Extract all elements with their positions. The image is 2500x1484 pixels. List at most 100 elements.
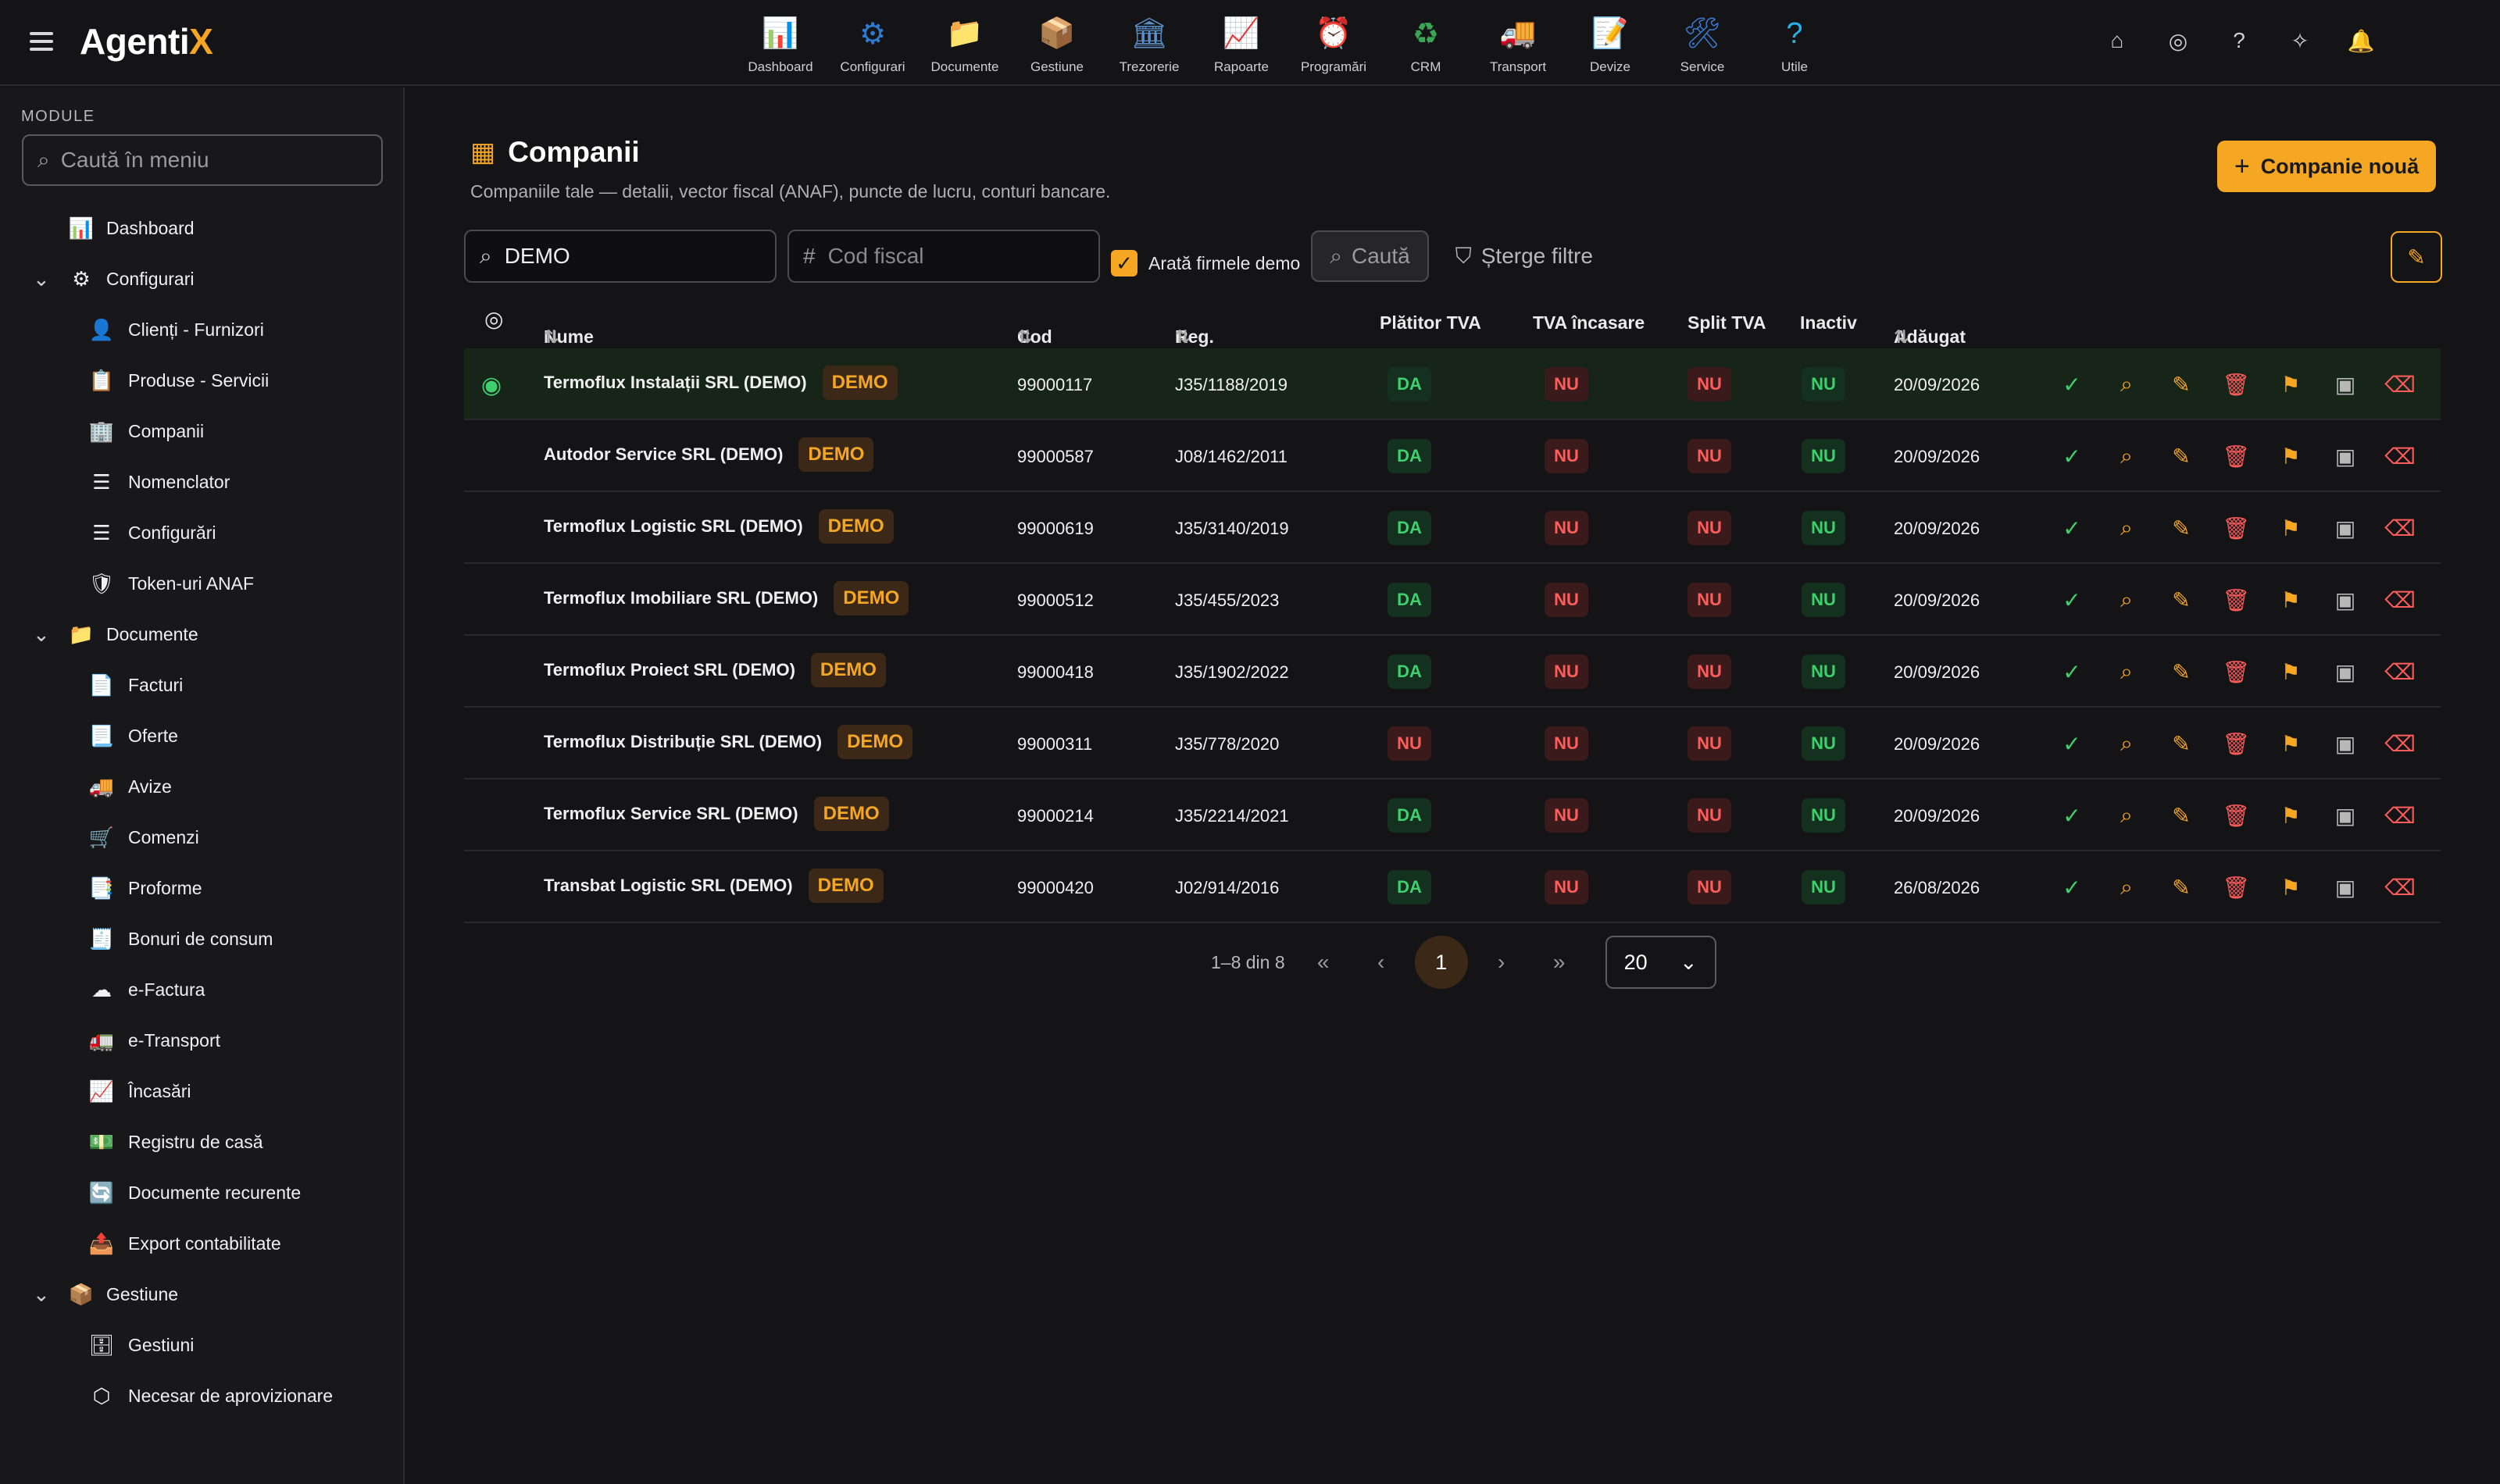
- table-row[interactable]: ◉ Termoflux Instalații SRL (DEMO) DEMO 9900…: [464, 348, 2441, 420]
- first-page-icon[interactable]: «: [1295, 950, 1352, 975]
- eraser-icon[interactable]: ⌫: [2384, 514, 2416, 542]
- eraser-icon[interactable]: ⌫: [2384, 586, 2416, 614]
- sidebar-item[interactable]: ☰ Nomenclator: [0, 457, 405, 508]
- table-row[interactable]: Termoflux Service SRL (DEMO) DEMO 99000214…: [464, 779, 2441, 851]
- pencil-icon[interactable]: ✎: [2167, 586, 2195, 614]
- search-icon[interactable]: ⌕: [2112, 873, 2141, 901]
- check-circle-icon[interactable]: ✓: [2058, 370, 2086, 398]
- check-circle-icon[interactable]: ✓: [2058, 442, 2086, 470]
- calendar-icon[interactable]: ▣: [2331, 801, 2359, 829]
- pencil-icon[interactable]: ✎: [2167, 873, 2195, 901]
- sidebar-item[interactable]: 📃 Oferte: [0, 711, 405, 762]
- calendar-icon[interactable]: ▣: [2331, 873, 2359, 901]
- sidebar-search-input[interactable]: ⌕ Caută în meniu: [22, 134, 383, 186]
- trash-icon[interactable]: 🗑: [2222, 514, 2250, 542]
- sidebar-item[interactable]: ☰ Configurări: [0, 508, 405, 558]
- eraser-icon[interactable]: ⌫: [2384, 730, 2416, 758]
- check-circle-icon[interactable]: ✓: [2058, 514, 2086, 542]
- trash-icon[interactable]: 🗑: [2222, 801, 2250, 829]
- compass-icon[interactable]: ◎: [2164, 27, 2192, 55]
- topnav-item[interactable]: ♻ CRM: [1380, 8, 1472, 75]
- company-name[interactable]: Termoflux Instalații SRL (DEMO): [544, 373, 807, 393]
- flag-icon[interactable]: ⚑: [2277, 370, 2305, 398]
- trash-icon[interactable]: 🗑: [2222, 586, 2250, 614]
- eraser-icon[interactable]: ⌫: [2384, 658, 2416, 686]
- show-demo-toggle[interactable]: ✓ Arată firmele demo: [1111, 250, 1300, 276]
- trash-icon[interactable]: 🗑: [2222, 370, 2250, 398]
- topnav-item[interactable]: ? Utile: [1748, 8, 1841, 75]
- topnav-item[interactable]: 🚚 Transport: [1472, 8, 1564, 75]
- table-row[interactable]: Termoflux Imobiliare SRL (DEMO) DEMO 99000…: [464, 564, 2441, 636]
- calendar-icon[interactable]: ▣: [2331, 442, 2359, 470]
- sidebar-item[interactable]: 📈 Încasări: [0, 1066, 405, 1117]
- sidebar-item[interactable]: 💵 Registru de casă: [0, 1117, 405, 1168]
- sidebar-item[interactable]: 🛒 Comenzi: [0, 812, 405, 863]
- sidebar-item[interactable]: 🛡 Token-uri ANAF: [0, 558, 405, 609]
- sidebar-item[interactable]: ⬡ Necesar de aprovizionare: [0, 1371, 405, 1422]
- check-circle-icon[interactable]: ✓: [2058, 658, 2086, 686]
- check-circle-icon[interactable]: ✓: [2058, 586, 2086, 614]
- search-button[interactable]: ⌕ Caută: [1311, 230, 1429, 282]
- calendar-icon[interactable]: ▣: [2331, 514, 2359, 542]
- search-icon[interactable]: ⌕: [2112, 730, 2141, 758]
- chevron-down-icon[interactable]: ⌄: [33, 1282, 50, 1307]
- eraser-icon[interactable]: ⌫: [2384, 442, 2416, 470]
- company-name[interactable]: Autodor Service SRL (DEMO): [544, 444, 783, 465]
- sidebar-item[interactable]: 🚚 Avize: [0, 762, 405, 812]
- sidebar-item[interactable]: 🏢 Companii: [0, 406, 405, 457]
- sidebar-item[interactable]: 📤 Export contabilitate: [0, 1218, 405, 1269]
- search-icon[interactable]: ⌕: [2112, 370, 2141, 398]
- prev-page-icon[interactable]: ‹: [1352, 950, 1410, 975]
- pencil-icon[interactable]: ✎: [2167, 730, 2195, 758]
- chevron-down-icon[interactable]: ⌄: [33, 622, 50, 647]
- app-logo[interactable]: AgentiX: [80, 20, 213, 62]
- table-row[interactable]: Termoflux Proiect SRL (DEMO) DEMO 99000418…: [464, 636, 2441, 708]
- table-row[interactable]: Transbat Logistic SRL (DEMO) DEMO 99000420…: [464, 851, 2441, 923]
- next-page-icon[interactable]: ›: [1473, 950, 1530, 975]
- pencil-icon[interactable]: ✎: [2167, 370, 2195, 398]
- new-company-button[interactable]: + Companie nouă: [2217, 141, 2436, 192]
- sidebar-item[interactable]: ⌄ ⚙ Configurari: [0, 254, 405, 305]
- eraser-icon[interactable]: ⌫: [2384, 801, 2416, 829]
- topnav-item[interactable]: ⚙ Configurari: [827, 8, 919, 75]
- calendar-icon[interactable]: ▣: [2331, 658, 2359, 686]
- check-circle-icon[interactable]: ✓: [2058, 873, 2086, 901]
- company-name[interactable]: Termoflux Service SRL (DEMO): [544, 804, 798, 824]
- topnav-item[interactable]: ⏰ Programări: [1288, 8, 1380, 75]
- flag-icon[interactable]: ⚑: [2277, 658, 2305, 686]
- pencil-icon[interactable]: ✎: [2167, 442, 2195, 470]
- company-name[interactable]: Termoflux Imobiliare SRL (DEMO): [544, 588, 818, 608]
- calendar-icon[interactable]: ▣: [2331, 730, 2359, 758]
- company-name[interactable]: Termoflux Proiect SRL (DEMO): [544, 660, 795, 680]
- flag-icon[interactable]: ⚑: [2277, 801, 2305, 829]
- topnav-item[interactable]: 📦 Gestiune: [1011, 8, 1103, 75]
- home-icon[interactable]: ⌂: [2103, 27, 2131, 55]
- sparkle-icon[interactable]: ✧: [2286, 27, 2314, 55]
- select-all-icon[interactable]: ◎: [484, 306, 503, 332]
- sidebar-item[interactable]: 🔄 Documente recurente: [0, 1168, 405, 1218]
- sidebar-item[interactable]: ☁ e-Factura: [0, 965, 405, 1015]
- sidebar-item[interactable]: 📑 Proforme: [0, 863, 405, 914]
- eraser-icon[interactable]: ⌫: [2384, 873, 2416, 901]
- pencil-icon[interactable]: ✎: [2167, 801, 2195, 829]
- sidebar-item[interactable]: 🗄 Gestiuni: [0, 1320, 405, 1371]
- flag-icon[interactable]: ⚑: [2277, 586, 2305, 614]
- topnav-item[interactable]: 📈 Rapoarte: [1195, 8, 1288, 75]
- eraser-icon[interactable]: ⌫: [2384, 370, 2416, 398]
- calendar-icon[interactable]: ▣: [2331, 586, 2359, 614]
- user-edit-icon[interactable]: ✎: [2391, 231, 2442, 283]
- clear-filters-button[interactable]: ⛉ Șterge filtre: [1455, 244, 1593, 269]
- search-icon[interactable]: ⌕: [2112, 586, 2141, 614]
- sidebar-item[interactable]: 👤 Clienți - Furnizori: [0, 305, 405, 355]
- topnav-item[interactable]: 🛠 Service: [1656, 8, 1748, 75]
- company-name[interactable]: Transbat Logistic SRL (DEMO): [544, 876, 793, 896]
- trash-icon[interactable]: 🗑: [2222, 442, 2250, 470]
- topnav-item[interactable]: 🏛 Trezorerie: [1103, 8, 1195, 75]
- company-name[interactable]: Termoflux Logistic SRL (DEMO): [544, 516, 803, 537]
- check-circle-icon[interactable]: ✓: [2058, 730, 2086, 758]
- table-row[interactable]: Termoflux Distribuție SRL (DEMO) DEMO 9900…: [464, 708, 2441, 779]
- trash-icon[interactable]: 🗑: [2222, 730, 2250, 758]
- sidebar-item[interactable]: 📄 Facturi: [0, 660, 405, 711]
- table-row[interactable]: Autodor Service SRL (DEMO) DEMO 99000587 J0…: [464, 420, 2441, 492]
- search-icon[interactable]: ⌕: [2112, 658, 2141, 686]
